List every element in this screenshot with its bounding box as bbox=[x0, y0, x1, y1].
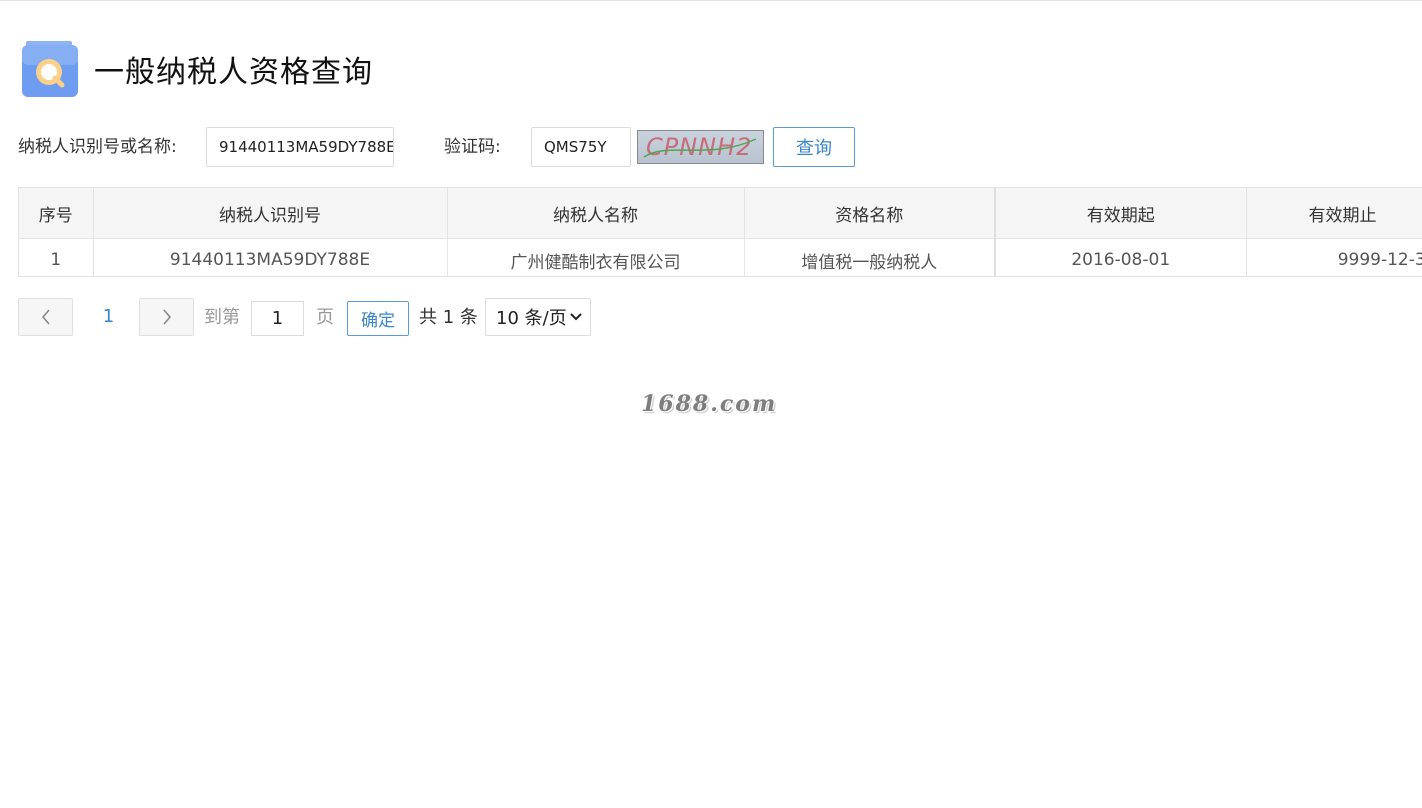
table-header-row: 序号 纳税人识别号 纳税人名称 资格名称 有效期起 有效期止 bbox=[19, 188, 1422, 239]
page-number-current[interactable]: 1 bbox=[90, 298, 127, 336]
column-header-qualification: 资格名称 bbox=[744, 188, 996, 239]
taxpayer-label: 纳税人识别号或名称: bbox=[18, 137, 177, 157]
column-header-taxpayer-id: 纳税人识别号 bbox=[93, 188, 448, 239]
next-page-button[interactable] bbox=[139, 298, 194, 336]
captcha-image[interactable]: CPNNH2 bbox=[637, 130, 764, 164]
chevron-left-icon bbox=[41, 309, 50, 325]
cell-valid-from: 2016-08-01 bbox=[995, 238, 1247, 276]
table-row: 1 91440113MA59DY788E 广州健酷制衣有限公司 增值税一般纳税人… bbox=[19, 238, 1422, 276]
prev-page-button[interactable] bbox=[18, 298, 73, 336]
chevron-right-icon bbox=[162, 309, 171, 325]
taxpayer-input[interactable] bbox=[206, 127, 394, 167]
goto-label: 到第 bbox=[204, 307, 240, 328]
watermark: 1688.com bbox=[641, 391, 778, 417]
cell-valid-to: 9999-12-31 bbox=[1246, 238, 1422, 276]
goto-page-input[interactable] bbox=[251, 301, 304, 336]
pagination: 1 到第 页 确定 共 1 条 10 条/页 bbox=[18, 298, 618, 336]
column-header-index: 序号 bbox=[19, 188, 94, 239]
total-count: 共 1 条 bbox=[419, 307, 478, 328]
page-size-select[interactable]: 10 条/页 bbox=[485, 298, 591, 336]
column-header-valid-to: 有效期止 bbox=[1246, 188, 1422, 239]
goto-confirm-button[interactable]: 确定 bbox=[347, 301, 409, 336]
results-table: 序号 纳税人识别号 纳税人名称 资格名称 有效期起 有效期止 1 9144011… bbox=[18, 187, 1422, 277]
query-button[interactable]: 查询 bbox=[773, 127, 855, 167]
cell-index: 1 bbox=[19, 238, 94, 276]
column-header-taxpayer-name: 纳税人名称 bbox=[447, 188, 745, 239]
page-size-value: 10 条/页 bbox=[496, 308, 567, 329]
cell-taxpayer-name: 广州健酷制衣有限公司 bbox=[447, 238, 745, 276]
chevron-down-icon bbox=[570, 313, 582, 321]
search-document-icon bbox=[22, 41, 78, 97]
captcha-label: 验证码: bbox=[444, 137, 501, 157]
page-suffix-label: 页 bbox=[316, 307, 334, 328]
cell-qualification: 增值税一般纳税人 bbox=[744, 238, 996, 276]
page-header: 一般纳税人资格查询 bbox=[22, 41, 373, 97]
column-header-valid-from: 有效期起 bbox=[995, 188, 1247, 239]
captcha-input[interactable] bbox=[531, 127, 631, 167]
page-title: 一般纳税人资格查询 bbox=[94, 55, 373, 90]
search-form: 纳税人识别号或名称: 验证码: CPNNH2 查询 bbox=[18, 127, 918, 167]
cell-taxpayer-id: 91440113MA59DY788E bbox=[93, 238, 448, 276]
